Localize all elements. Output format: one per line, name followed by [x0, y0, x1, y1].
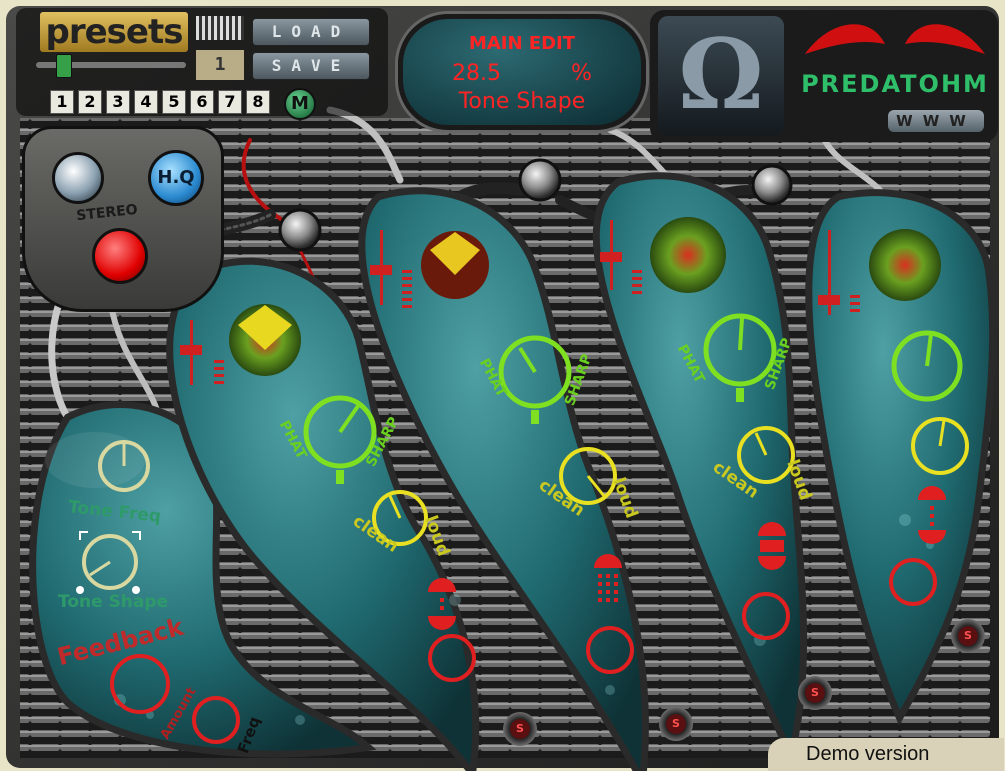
- tone-shape-label: Tone Shape: [58, 592, 169, 612]
- band1-gain-knob[interactable]: [428, 634, 476, 682]
- band2-mode-icon[interactable]: [594, 554, 622, 602]
- band4-main-knob[interactable]: [891, 330, 963, 402]
- band4-solo-button[interactable]: S: [951, 619, 985, 653]
- band4-secondary-knob[interactable]: [911, 417, 969, 475]
- band3-solo-button[interactable]: S: [798, 676, 832, 710]
- tone-freq-knob[interactable]: [98, 440, 150, 492]
- band2-gain-knob[interactable]: [586, 626, 634, 674]
- tone-shape-knob[interactable]: [76, 531, 141, 594]
- band1-mode-icon[interactable]: [428, 578, 456, 630]
- band3-gain-knob[interactable]: [742, 592, 790, 640]
- band1-solo-button[interactable]: S: [503, 712, 537, 746]
- band2-phat-sharp-knob[interactable]: [498, 335, 572, 424]
- band1-phat-sharp-knob[interactable]: [303, 395, 377, 484]
- band3-clean-loud-knob[interactable]: [737, 426, 795, 484]
- feedback-amount-knob[interactable]: [110, 654, 170, 714]
- band3-mode-icon[interactable]: [758, 522, 786, 570]
- band4-mode-icon[interactable]: [918, 486, 946, 544]
- demo-label: Demo version: [806, 743, 930, 765]
- band2-solo-button[interactable]: S: [659, 707, 693, 741]
- band4-gain-knob[interactable]: [889, 558, 937, 606]
- feedback-freq-knob[interactable]: [192, 696, 240, 744]
- plugin-window: presets LOAD SAVE 1 12345678 M MAIN EDIT…: [0, 0, 1005, 771]
- band3-phat-sharp-knob[interactable]: [703, 313, 777, 402]
